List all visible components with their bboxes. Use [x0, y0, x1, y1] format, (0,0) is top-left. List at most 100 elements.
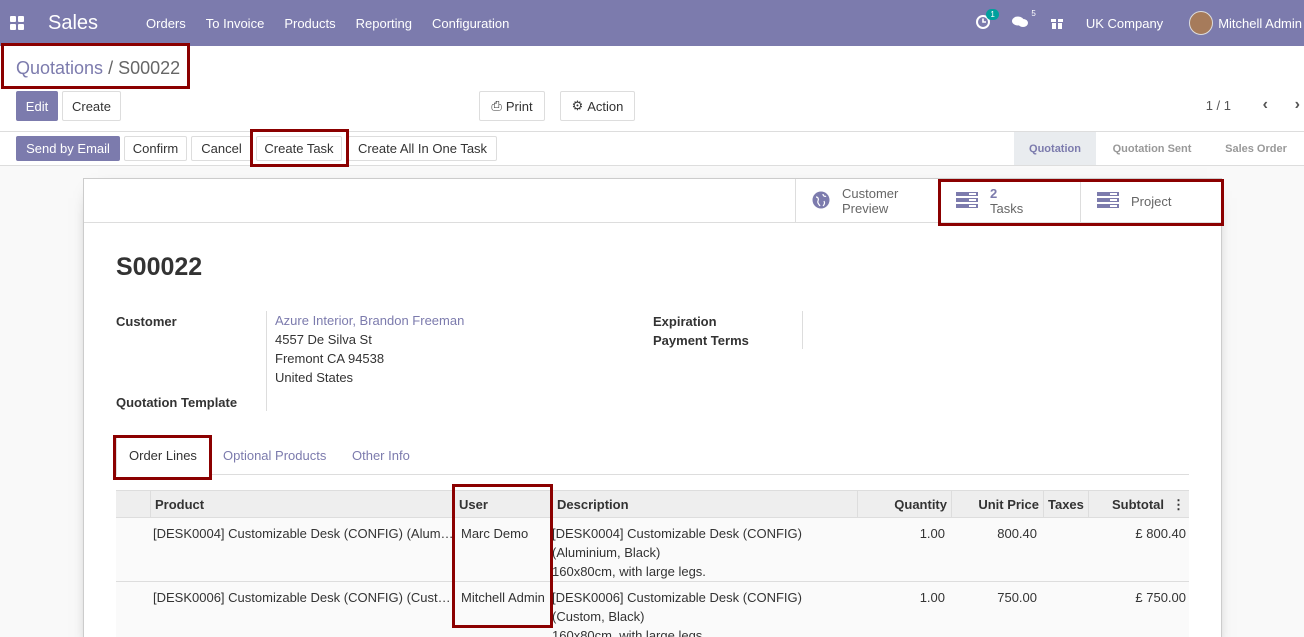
breadcrumb-current: S00022: [118, 58, 181, 78]
cell-user[interactable]: Marc Demo: [461, 524, 528, 543]
print-icon: ⎙: [491, 98, 502, 113]
header-subtotal[interactable]: Subtotal: [1088, 491, 1168, 518]
tasks-icon: [956, 191, 978, 212]
create-all-in-one-task-button[interactable]: Create All In One Task: [348, 136, 497, 161]
messages-chat-icon[interactable]: 5: [1011, 9, 1036, 32]
action-label: Action: [587, 98, 624, 114]
confirm-button[interactable]: Confirm: [124, 136, 187, 161]
app-name[interactable]: Sales: [48, 12, 98, 35]
table-row[interactable]: [DESK0006] Customizable Desk (CONFIG) (C…: [116, 582, 1189, 637]
activity-badge: 1: [986, 8, 999, 20]
project-icon: [1097, 191, 1119, 212]
notebook-tabs: Order Lines Optional Products Other Info: [116, 435, 1189, 476]
edit-button[interactable]: Edit: [16, 91, 58, 121]
header-description[interactable]: Description: [552, 491, 857, 518]
apps-grid-icon[interactable]: [10, 16, 24, 30]
quotation-template-label: Quotation Template: [116, 395, 238, 410]
cell-unit-price[interactable]: 800.40: [951, 524, 1037, 543]
status-bar: Send by Email Confirm Cancel Create Task…: [0, 132, 1304, 166]
header-product[interactable]: Product: [150, 491, 454, 518]
tab-other-info[interactable]: Other Info: [352, 435, 410, 475]
table-row[interactable]: [DESK0004] Customizable Desk (CONFIG) (A…: [116, 518, 1189, 582]
tasks-text: 2 Tasks: [990, 186, 1023, 216]
cell-quantity[interactable]: 1.00: [857, 524, 945, 543]
user-menu[interactable]: Mitchell Admin: [1218, 16, 1302, 31]
globe-icon: [812, 191, 830, 212]
header-user[interactable]: User: [454, 491, 552, 518]
address-line-2: Fremont CA 94538: [275, 351, 385, 366]
step-quotation[interactable]: Quotation: [1014, 132, 1096, 165]
breadcrumb-quotations[interactable]: Quotations: [16, 58, 103, 78]
order-lines-table: Product User Description Quantity Unit P…: [116, 490, 1189, 637]
menu-configuration[interactable]: Configuration: [432, 16, 509, 31]
customer-field[interactable]: Azure Interior, Brandon Freeman 4557 De …: [275, 311, 464, 387]
tasks-smart-button[interactable]: 2 Tasks: [939, 179, 1080, 223]
cell-subtotal: £ 800.40: [1135, 526, 1186, 541]
activity-clock-icon[interactable]: 1: [975, 8, 999, 32]
customer-preview-text: Customer Preview: [842, 186, 898, 216]
tab-optional-products[interactable]: Optional Products: [223, 435, 326, 475]
cell-user[interactable]: Mitchell Admin: [461, 588, 545, 607]
description-line-1: [DESK0004] Customizable Desk (CONFIG): [552, 526, 802, 541]
customer-label: Customer: [116, 314, 177, 329]
create-button[interactable]: Create: [62, 91, 121, 121]
status-steps: Quotation Quotation Sent Sales Order: [1014, 132, 1304, 165]
description-line-2: (Aluminium, Black): [552, 545, 661, 560]
record-title: S00022: [116, 253, 203, 281]
menu-reporting[interactable]: Reporting: [356, 16, 412, 31]
main-menu: Orders To Invoice Products Reporting Con…: [146, 16, 529, 31]
messages-badge: 5: [1031, 8, 1036, 18]
project-label: Project: [1131, 193, 1172, 209]
customer-link[interactable]: Azure Interior, Brandon Freeman: [275, 311, 464, 330]
send-by-email-button[interactable]: Send by Email: [16, 136, 120, 161]
action-button[interactable]: ⚙ Action: [560, 91, 635, 121]
company-switcher[interactable]: UK Company: [1086, 16, 1163, 31]
menu-to-invoice[interactable]: To Invoice: [206, 16, 265, 31]
breadcrumb: Quotations / S00022: [16, 58, 180, 79]
menu-orders[interactable]: Orders: [146, 16, 186, 31]
gift-icon[interactable]: [1050, 15, 1064, 32]
description-line-3: 160x80cm, with large legs.: [552, 628, 706, 637]
print-button[interactable]: ⎙ Print: [479, 91, 545, 121]
create-task-button[interactable]: Create Task: [256, 136, 342, 161]
address-line-3: United States: [275, 370, 354, 385]
pager-value[interactable]: 1 / 1: [1206, 98, 1231, 113]
cancel-button[interactable]: Cancel: [191, 136, 252, 161]
user-avatar[interactable]: [1189, 11, 1214, 35]
control-panel: Quotations / S00022 Edit Create ⎙ Print …: [0, 46, 1304, 132]
expiration-label: Expiration: [653, 314, 717, 329]
column-options-icon[interactable]: ⋮: [1168, 491, 1189, 518]
cell-unit-price[interactable]: 750.00: [951, 588, 1037, 607]
chevron-left-icon[interactable]: ‹: [1263, 96, 1268, 114]
cell-subtotal: £ 750.00: [1135, 590, 1186, 605]
print-label: Print: [505, 98, 533, 114]
step-quotation-sent[interactable]: Quotation Sent: [1096, 132, 1208, 165]
customer-preview-line1: Customer: [842, 186, 899, 201]
tab-order-lines[interactable]: Order Lines: [116, 435, 210, 476]
cell-description[interactable]: [DESK0006] Customizable Desk (CONFIG) (C…: [552, 588, 802, 637]
breadcrumb-separator: /: [108, 58, 114, 78]
table-header: Product User Description Quantity Unit P…: [116, 490, 1189, 518]
header-taxes[interactable]: Taxes: [1043, 491, 1088, 518]
chevron-right-icon[interactable]: ›: [1295, 96, 1300, 114]
payment-terms-label: Payment Terms: [653, 333, 749, 348]
field-divider-right: [802, 311, 803, 349]
cell-product[interactable]: [DESK0004] Customizable Desk (CONFIG) (A…: [153, 524, 454, 543]
customer-preview-button[interactable]: Customer Preview: [795, 179, 939, 223]
customer-preview-line2: Preview: [842, 201, 889, 216]
header-unit-price[interactable]: Unit Price: [951, 491, 1043, 518]
description-line-3: 160x80cm, with large legs.: [552, 564, 706, 579]
cell-product[interactable]: [DESK0006] Customizable Desk (CONFIG) (C…: [153, 588, 451, 607]
header-quantity[interactable]: Quantity: [857, 491, 951, 518]
gear-icon: ⚙: [571, 98, 584, 113]
cell-quantity[interactable]: 1.00: [857, 588, 945, 607]
project-smart-button[interactable]: Project: [1080, 179, 1221, 223]
tasks-count: 2: [990, 186, 998, 201]
description-line-1: [DESK0006] Customizable Desk (CONFIG): [552, 590, 802, 605]
cell-description[interactable]: [DESK0004] Customizable Desk (CONFIG) (A…: [552, 524, 802, 581]
address-line-1: 4557 De Silva St: [275, 332, 372, 347]
tasks-label: Tasks: [990, 201, 1024, 216]
menu-products[interactable]: Products: [284, 16, 335, 31]
step-sales-order[interactable]: Sales Order: [1208, 132, 1304, 165]
top-navbar: Sales Orders To Invoice Products Reporti…: [0, 0, 1304, 46]
